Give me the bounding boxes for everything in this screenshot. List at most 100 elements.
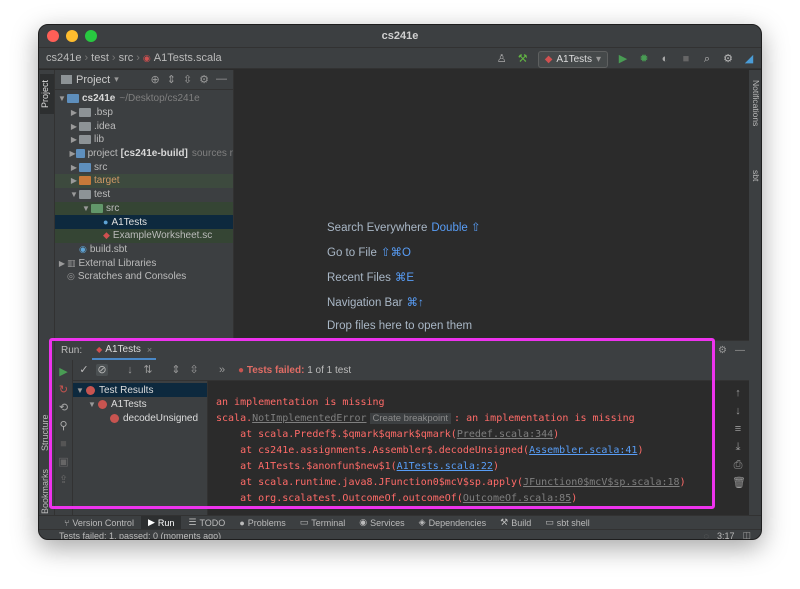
tree-item-root[interactable]: ▼ cs241e ~/Desktop/cs241e	[55, 92, 233, 106]
tree-item-test-src[interactable]: ▼ src	[55, 201, 233, 216]
tree-item-target[interactable]: ▶ target	[55, 174, 233, 188]
collapse-all-icon[interactable]: ⇳	[183, 73, 192, 86]
close-icon[interactable]: ×	[147, 345, 152, 355]
hide-panel-icon[interactable]: —	[735, 345, 745, 356]
chevron-right-icon[interactable]: ▶	[69, 135, 79, 144]
tree-item-test[interactable]: ▼ test	[55, 188, 233, 202]
chevron-down-icon[interactable]: ▼	[69, 190, 79, 199]
chevron-down-icon[interactable]: ▼	[76, 386, 86, 395]
chevron-down-icon[interactable]: ▼	[57, 94, 67, 103]
create-breakpoint-button[interactable]: Create breakpoint	[369, 413, 452, 424]
tab-notifications[interactable]: Notifications	[749, 80, 761, 150]
tree-item-idea[interactable]: ▶ .idea	[55, 119, 233, 133]
chevron-down-icon[interactable]: ▼	[88, 400, 98, 409]
tree-item-lib[interactable]: ▶ lib	[55, 133, 233, 147]
tool-terminal[interactable]: ▭ Terminal	[293, 516, 353, 530]
tree-item-a1tests[interactable]: ● A1Tests	[55, 215, 233, 229]
tree-item-a1tests-suite[interactable]: ▼ A1Tests	[73, 397, 207, 411]
tool-todo[interactable]: ☰ TODO	[181, 516, 232, 530]
tree-item-project[interactable]: ▶ project [cs241e-build] sources r	[55, 147, 233, 161]
debug-icon[interactable]: ✹	[638, 53, 650, 65]
build-hammer-icon[interactable]: ⚒	[517, 53, 529, 65]
status-message[interactable]: Tests failed: 1, passed: 0 (moments ago)	[59, 531, 221, 540]
tree-item-worksheet[interactable]: ◆ ExampleWorksheet.sc	[55, 228, 233, 243]
settings-gear-icon[interactable]: ⚙	[722, 53, 734, 65]
project-view-selector[interactable]: Project	[76, 74, 110, 86]
settings-gear-icon[interactable]: ⚙	[199, 73, 209, 86]
tree-item-bsp[interactable]: ▶ .bsp	[55, 106, 233, 120]
run-icon[interactable]: ▶	[617, 53, 629, 65]
breadcrumb-item[interactable]: test	[91, 52, 109, 64]
tab-project[interactable]: Project	[40, 74, 54, 114]
tree-item-src[interactable]: ▶ src	[55, 160, 233, 174]
console-output[interactable]: an implementation is missing scala.NotIm…	[208, 381, 720, 516]
coverage-icon[interactable]: ◐	[659, 53, 671, 65]
tree-item-external-libraries[interactable]: ▶ ▥ External Libraries	[55, 256, 233, 270]
breadcrumb-item[interactable]: A1Tests.scala	[154, 52, 222, 64]
trash-icon[interactable]: 🗑	[732, 477, 746, 489]
stop-icon[interactable]: ■	[58, 438, 70, 450]
hide-panel-icon[interactable]: —	[216, 73, 227, 86]
tree-item-decode-unsigned[interactable]: decodeUnsigned	[73, 411, 207, 425]
breadcrumb-item[interactable]: src	[119, 52, 134, 64]
stack-trace-link[interactable]: Assembler.scala:41	[529, 445, 637, 456]
rerun-icon[interactable]: ▶	[58, 366, 70, 378]
settings-gear-icon[interactable]: ⚙	[718, 345, 727, 356]
stack-trace-link[interactable]: Predef.scala:344	[457, 429, 553, 440]
maximize-window-button[interactable]	[85, 30, 97, 42]
tree-item-scratches[interactable]: ◎ Scratches and Consoles	[55, 270, 233, 284]
search-icon[interactable]: ⌕	[701, 53, 713, 65]
wrench-icon[interactable]: ⚲	[58, 420, 70, 432]
arrow-down-icon[interactable]: ↓	[732, 405, 744, 417]
locate-icon[interactable]: ⊕	[150, 73, 159, 86]
minimize-window-button[interactable]	[66, 30, 78, 42]
rerun-failed-icon[interactable]: ↻	[58, 384, 70, 396]
close-window-button[interactable]	[47, 30, 59, 42]
exception-class-link[interactable]: NotImplementedError	[252, 413, 366, 424]
chevron-down-icon[interactable]: ▼	[81, 204, 91, 213]
expand-all-icon[interactable]: ⇕	[167, 73, 176, 86]
scroll-to-end-icon[interactable]: ⤓	[732, 441, 744, 453]
sort-alphabetically-icon[interactable]: ↓	[124, 364, 136, 376]
tool-problems[interactable]: ● Problems	[232, 516, 292, 530]
tree-item-build-sbt[interactable]: ◉ build.sbt	[55, 243, 233, 257]
breadcrumb-item[interactable]: cs241e	[46, 52, 81, 64]
sort-by-duration-icon[interactable]: ⇅	[142, 364, 154, 376]
user-icon[interactable]: ♙	[496, 53, 508, 65]
toggle-autotest-icon[interactable]: ⟲	[58, 402, 70, 414]
stack-trace-link[interactable]: JFunction0$mcV$sp.scala:18	[523, 477, 680, 488]
show-ignored-icon[interactable]: ⊘	[96, 364, 108, 376]
tool-run[interactable]: ▶ Run	[140, 515, 182, 530]
chevron-right-icon[interactable]: ▶	[57, 259, 67, 268]
chevron-right-icon[interactable]: ▶	[69, 176, 79, 185]
stop-icon[interactable]: ■	[680, 53, 692, 65]
run-configuration-select[interactable]: ◆ A1Tests ▾	[537, 50, 608, 68]
tool-sbt-shell[interactable]: ▭ sbt shell	[538, 516, 597, 530]
tab-sbt[interactable]: sbt	[749, 170, 761, 200]
soft-wrap-icon[interactable]: ≡	[732, 423, 744, 435]
chevron-right-icon[interactable]: ▶	[69, 163, 79, 172]
more-icon[interactable]: »	[216, 364, 228, 376]
tab-bookmarks[interactable]: Bookmarks	[40, 466, 54, 516]
tree-item-test-results[interactable]: ▼ Test Results	[73, 383, 207, 397]
collapse-all-icon[interactable]: ⇳	[188, 364, 200, 376]
stack-trace-link[interactable]: OutcomeOf.scala:85	[463, 493, 571, 504]
cursor-position[interactable]: 3:17	[717, 531, 735, 540]
expand-all-icon[interactable]: ⇕	[170, 364, 182, 376]
export-icon[interactable]: ⇪	[58, 474, 70, 486]
tool-services[interactable]: ◉ Services	[352, 516, 411, 530]
tab-structure[interactable]: Structure	[40, 408, 54, 458]
jetbrains-toolbox-icon[interactable]: ◢	[743, 53, 755, 65]
chevron-down-icon[interactable]: ▾	[114, 74, 119, 85]
run-tab-a1tests[interactable]: ◆ A1Tests ×	[92, 341, 157, 360]
lock-icon[interactable]: ◫	[742, 530, 751, 539]
print-icon[interactable]: ⎙	[732, 459, 744, 471]
stack-trace-link[interactable]: A1Tests.scala:22	[397, 461, 493, 472]
chevron-right-icon[interactable]: ▶	[69, 108, 79, 117]
tool-version-control[interactable]: ⑂ Version Control	[57, 516, 141, 530]
show-passed-icon[interactable]: ✓	[78, 364, 90, 376]
chevron-right-icon[interactable]: ▶	[69, 122, 79, 131]
tool-dependencies[interactable]: ◈ Dependencies	[412, 516, 493, 530]
camera-icon[interactable]: ▣	[58, 456, 70, 468]
tool-build[interactable]: ⚒ Build	[493, 516, 538, 530]
